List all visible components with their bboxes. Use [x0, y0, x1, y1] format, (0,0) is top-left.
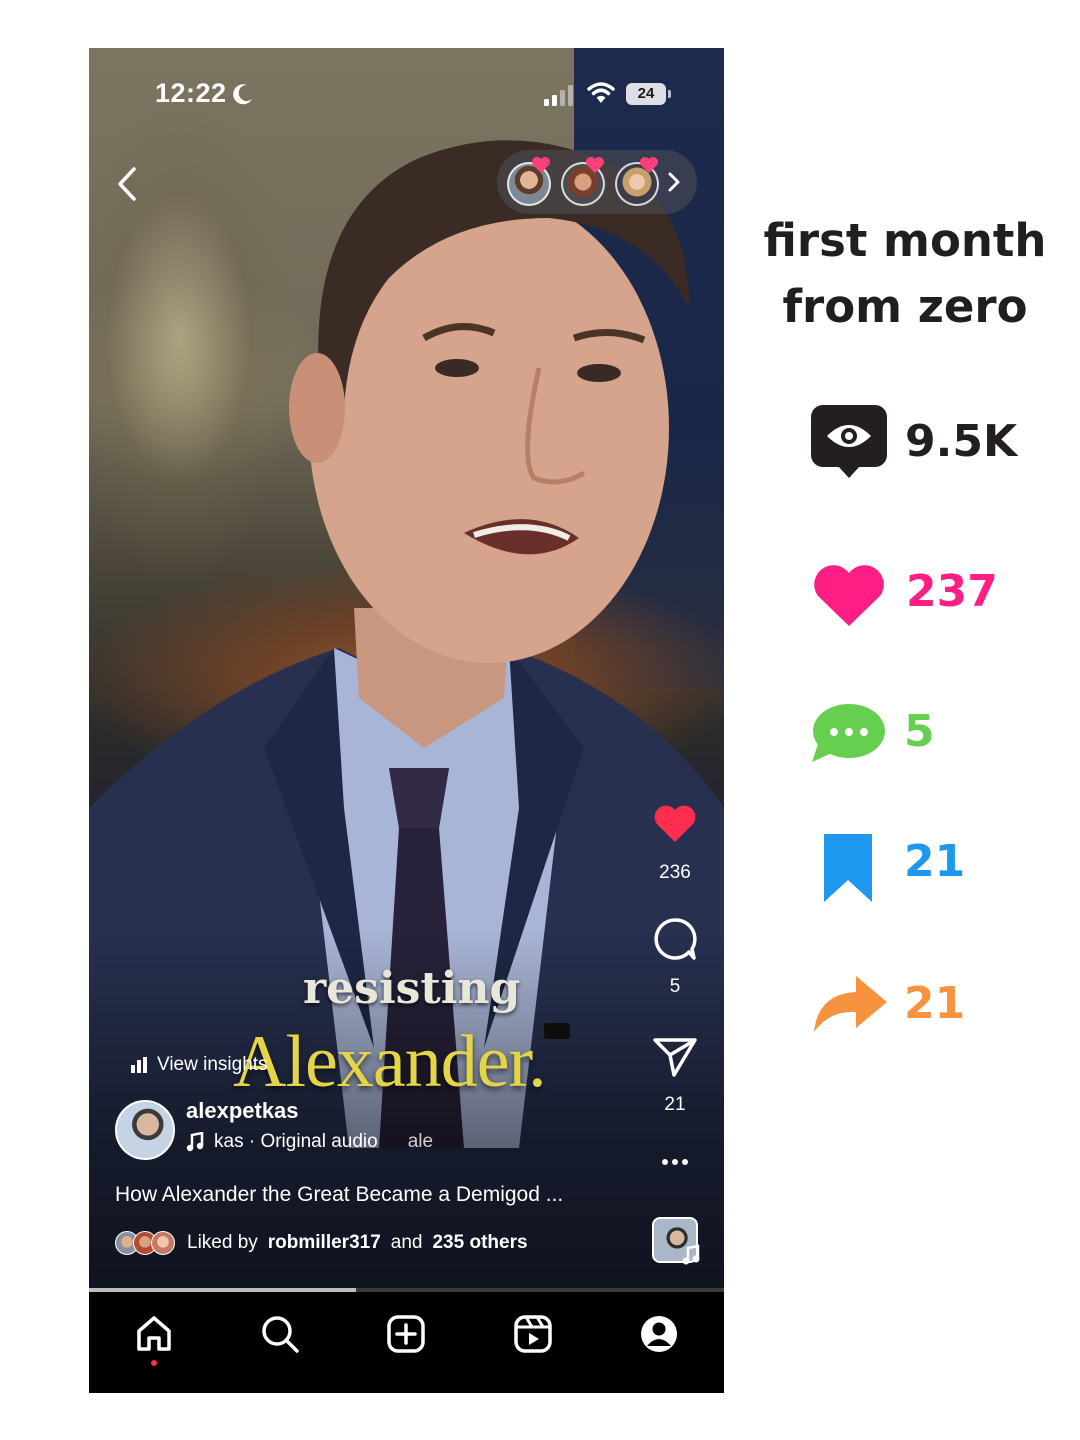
liked-by-prefix: Liked by — [187, 1232, 258, 1253]
more-options-icon[interactable] — [661, 1158, 689, 1166]
comment-bubble-icon[interactable] — [652, 916, 698, 962]
send-paper-plane-icon[interactable] — [652, 1036, 698, 1078]
liked-by-user[interactable]: robmiller317 — [268, 1232, 381, 1254]
view-insights-label: View insights — [157, 1054, 268, 1075]
views-value: 9.5K — [905, 416, 1018, 467]
headline-line2: from zero — [782, 280, 1028, 333]
heart-badge-icon — [640, 157, 658, 173]
chevron-right-icon — [668, 172, 680, 192]
heart-badge-icon — [532, 157, 550, 173]
bottom-navigation — [89, 1292, 724, 1393]
shares-value: 21 — [904, 978, 966, 1029]
music-note-icon — [682, 1244, 700, 1265]
eye-icon — [811, 405, 887, 478]
headline-line1: first month — [763, 214, 1047, 267]
active-tab-dot — [151, 1360, 157, 1366]
author-avatar[interactable] — [115, 1100, 175, 1160]
music-note-icon — [186, 1132, 204, 1152]
phone-screenshot: resisting Alexander. 12:22 24 236 5 21 V… — [89, 48, 724, 1393]
battery-indicator: 24 — [626, 83, 666, 105]
like-heart-icon[interactable] — [653, 804, 697, 844]
liked-avatar — [151, 1231, 175, 1255]
view-insights-link[interactable]: View insights — [131, 1054, 268, 1076]
friends-activity-pill[interactable] — [497, 150, 697, 214]
comments-value: 5 — [904, 706, 935, 757]
reel-video[interactable]: resisting Alexander. — [89, 48, 724, 1290]
profile-icon[interactable] — [639, 1314, 679, 1354]
signal-icon — [544, 85, 573, 106]
home-icon[interactable] — [134, 1314, 174, 1354]
liked-avatars — [115, 1231, 177, 1255]
share-count: 21 — [664, 1094, 686, 1115]
audio-label: kas · Original audio — [214, 1131, 378, 1152]
back-chevron-icon[interactable] — [114, 166, 140, 202]
share-arrow-icon — [814, 976, 887, 1032]
status-time: 12:22 — [155, 78, 227, 108]
moon-icon — [233, 84, 252, 105]
search-icon[interactable] — [260, 1314, 300, 1354]
comment-count: 5 — [669, 976, 681, 997]
original-audio-row[interactable]: kas · Original audio ale — [186, 1131, 433, 1153]
create-icon[interactable] — [386, 1314, 426, 1354]
stats-headline: first month from zero — [760, 208, 1050, 340]
liked-by-row[interactable]: Liked by robmiller317 and 235 others — [115, 1231, 528, 1255]
liked-by-others[interactable]: 235 others — [432, 1232, 527, 1254]
audio-trail-label: ale — [407, 1131, 434, 1152]
like-count: 236 — [659, 862, 691, 883]
caption-overlay-line2: Alexander. — [233, 1021, 547, 1103]
likes-value: 237 — [906, 566, 998, 617]
post-caption[interactable]: How Alexander the Great Became a Demigod… — [115, 1183, 563, 1207]
battery-tip — [668, 90, 671, 98]
heart-badge-icon — [586, 157, 604, 173]
speech-bubble-icon — [812, 704, 885, 762]
saves-value: 21 — [904, 836, 966, 887]
heart-icon — [814, 565, 884, 626]
wifi-icon — [587, 82, 615, 103]
liked-by-middle: and — [390, 1232, 423, 1253]
bar-chart-icon — [131, 1057, 147, 1073]
bookmark-icon — [824, 834, 872, 902]
caption-overlay-line1: resisting — [303, 963, 521, 1014]
author-username[interactable]: alexpetkas — [186, 1098, 299, 1124]
reels-icon[interactable] — [513, 1314, 553, 1354]
